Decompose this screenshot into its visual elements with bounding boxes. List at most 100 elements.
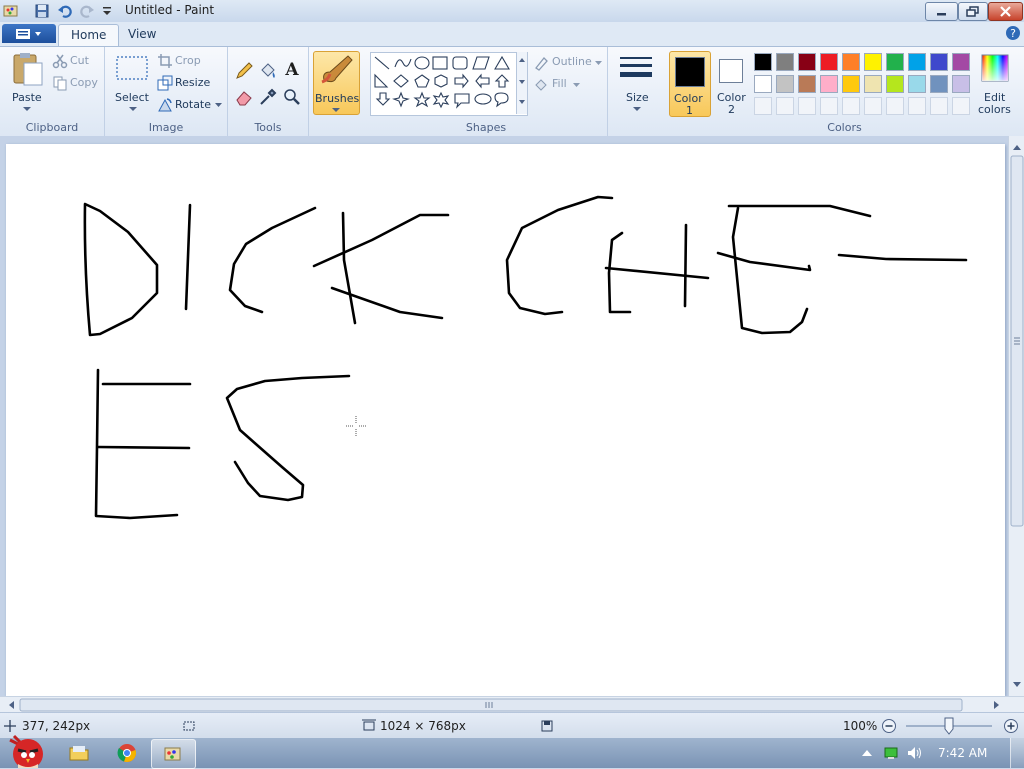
horizontal-scroll-arrows-icon — [9, 698, 999, 712]
brushes-button[interactable]: Brushes — [313, 51, 360, 115]
image-group: Select Crop Resize Rotate Image — [105, 47, 228, 136]
text-tool-icon[interactable]: A — [282, 60, 302, 80]
palette-swatch[interactable] — [864, 53, 882, 71]
crop-button[interactable]: Crop — [157, 53, 223, 71]
paste-button[interactable]: Paste — [6, 51, 48, 115]
palette-custom-slot[interactable] — [842, 97, 860, 115]
magnifier-icon[interactable] — [282, 87, 302, 107]
image-size-icon — [362, 719, 376, 731]
taskbar-paint-button[interactable] — [151, 739, 196, 769]
palette-swatch[interactable] — [908, 75, 926, 93]
drawing-canvas[interactable] — [6, 144, 1005, 696]
color-1-button[interactable]: Color 1 — [669, 51, 711, 117]
color-1-number: 1 — [686, 104, 693, 117]
color-2-number: 2 — [728, 103, 735, 116]
palette-swatch[interactable] — [776, 75, 794, 93]
palette-custom-slot[interactable] — [952, 97, 970, 115]
palette-swatch[interactable] — [930, 53, 948, 71]
color-picker-icon[interactable] — [258, 87, 278, 107]
save-icon[interactable] — [34, 3, 50, 19]
palette-custom-slot[interactable] — [798, 97, 816, 115]
tab-home[interactable]: Home — [58, 24, 120, 46]
palette-custom-slot[interactable] — [820, 97, 838, 115]
horizontal-scrollbar[interactable] — [0, 696, 1024, 713]
fill-dropdown[interactable]: Fill — [533, 77, 593, 93]
customize-quick-access-icon[interactable] — [99, 3, 115, 19]
pencil-icon[interactable] — [234, 61, 254, 81]
minimize-button[interactable] — [925, 2, 958, 21]
undo-icon[interactable] — [57, 3, 73, 19]
shapes-gallery-icons — [374, 55, 510, 109]
eraser-icon[interactable] — [234, 87, 254, 107]
size-button[interactable]: Size — [616, 51, 658, 113]
line-size-icon — [620, 57, 652, 77]
outline-dropdown[interactable]: Outline — [533, 55, 605, 71]
show-desktop-button[interactable] — [1010, 738, 1024, 768]
palette-swatch[interactable] — [842, 53, 860, 71]
network-icon[interactable] — [883, 746, 899, 760]
palette-custom-slot[interactable] — [754, 97, 772, 115]
selection-size-icon — [183, 721, 195, 731]
palette-swatch[interactable] — [930, 75, 948, 93]
close-button[interactable] — [988, 2, 1023, 21]
vertical-scrollbar[interactable] — [1008, 136, 1024, 696]
palette-custom-slot[interactable] — [864, 97, 882, 115]
zoom-slider-thumb[interactable] — [944, 717, 954, 735]
fill-bucket-icon[interactable] — [258, 61, 278, 81]
outline-icon — [535, 57, 548, 71]
resize-button[interactable]: Resize — [157, 75, 223, 93]
edit-colors-button[interactable]: Edit colors — [974, 51, 1020, 116]
zoom-in-icon[interactable] — [1003, 718, 1019, 734]
cut-button[interactable]: Cut — [52, 53, 100, 71]
palette-swatch[interactable] — [754, 53, 772, 71]
palette-custom-slot[interactable] — [930, 97, 948, 115]
shapes-gallery[interactable] — [370, 52, 528, 116]
paint-app-icon[interactable] — [3, 3, 19, 19]
redo-icon[interactable] — [79, 3, 95, 19]
copy-icon — [53, 76, 67, 91]
volume-icon[interactable] — [906, 745, 922, 761]
palette-custom-slot[interactable] — [886, 97, 904, 115]
taskbar-clock[interactable]: 7:42 AM — [938, 746, 987, 760]
palette-swatch[interactable] — [864, 75, 882, 93]
show-hidden-icons-icon[interactable] — [861, 748, 873, 758]
color-spectrum-icon — [981, 54, 1009, 82]
shapes-gallery-scroll[interactable] — [516, 52, 527, 114]
palette-swatch[interactable] — [908, 53, 926, 71]
palette-swatch[interactable] — [842, 75, 860, 93]
help-icon[interactable]: ? — [1005, 25, 1021, 41]
palette-custom-slot[interactable] — [908, 97, 926, 115]
windows-explorer-icon[interactable] — [68, 743, 90, 763]
copy-button[interactable]: Copy — [52, 75, 100, 93]
palette-swatch[interactable] — [952, 53, 970, 71]
palette-swatch[interactable] — [952, 75, 970, 93]
rotate-button[interactable]: Rotate — [157, 97, 227, 115]
zoom-out-icon[interactable] — [881, 718, 897, 734]
tab-view[interactable]: View — [116, 24, 168, 45]
palette-swatch[interactable] — [820, 75, 838, 93]
maximize-button[interactable] — [958, 2, 988, 21]
tools-group-label: Tools — [254, 121, 282, 134]
clipboard-group-label: Clipboard — [25, 121, 79, 134]
brush-icon — [321, 55, 353, 84]
svg-text:?: ? — [1010, 27, 1016, 40]
chrome-icon[interactable] — [116, 742, 138, 764]
rotate-icon — [158, 98, 172, 112]
size-label: Size — [626, 91, 649, 104]
color-1-swatch — [675, 57, 705, 87]
palette-custom-slot[interactable] — [776, 97, 794, 115]
gallery-scroll-arrows-icon — [519, 58, 525, 104]
palette-swatch[interactable] — [886, 75, 904, 93]
palette-swatch[interactable] — [798, 75, 816, 93]
palette-swatch[interactable] — [798, 53, 816, 71]
palette-swatch[interactable] — [820, 53, 838, 71]
select-button[interactable]: Select — [113, 53, 153, 115]
palette-swatch[interactable] — [754, 75, 772, 93]
color-2-button[interactable]: Color 2 — [713, 51, 753, 116]
palette-swatch[interactable] — [886, 53, 904, 71]
tools-group: A Tools — [228, 47, 309, 136]
file-size-icon — [541, 720, 553, 732]
start-button-angry-bird-icon[interactable] — [4, 730, 48, 768]
paint-menu-button[interactable] — [2, 24, 56, 43]
palette-swatch[interactable] — [776, 53, 794, 71]
